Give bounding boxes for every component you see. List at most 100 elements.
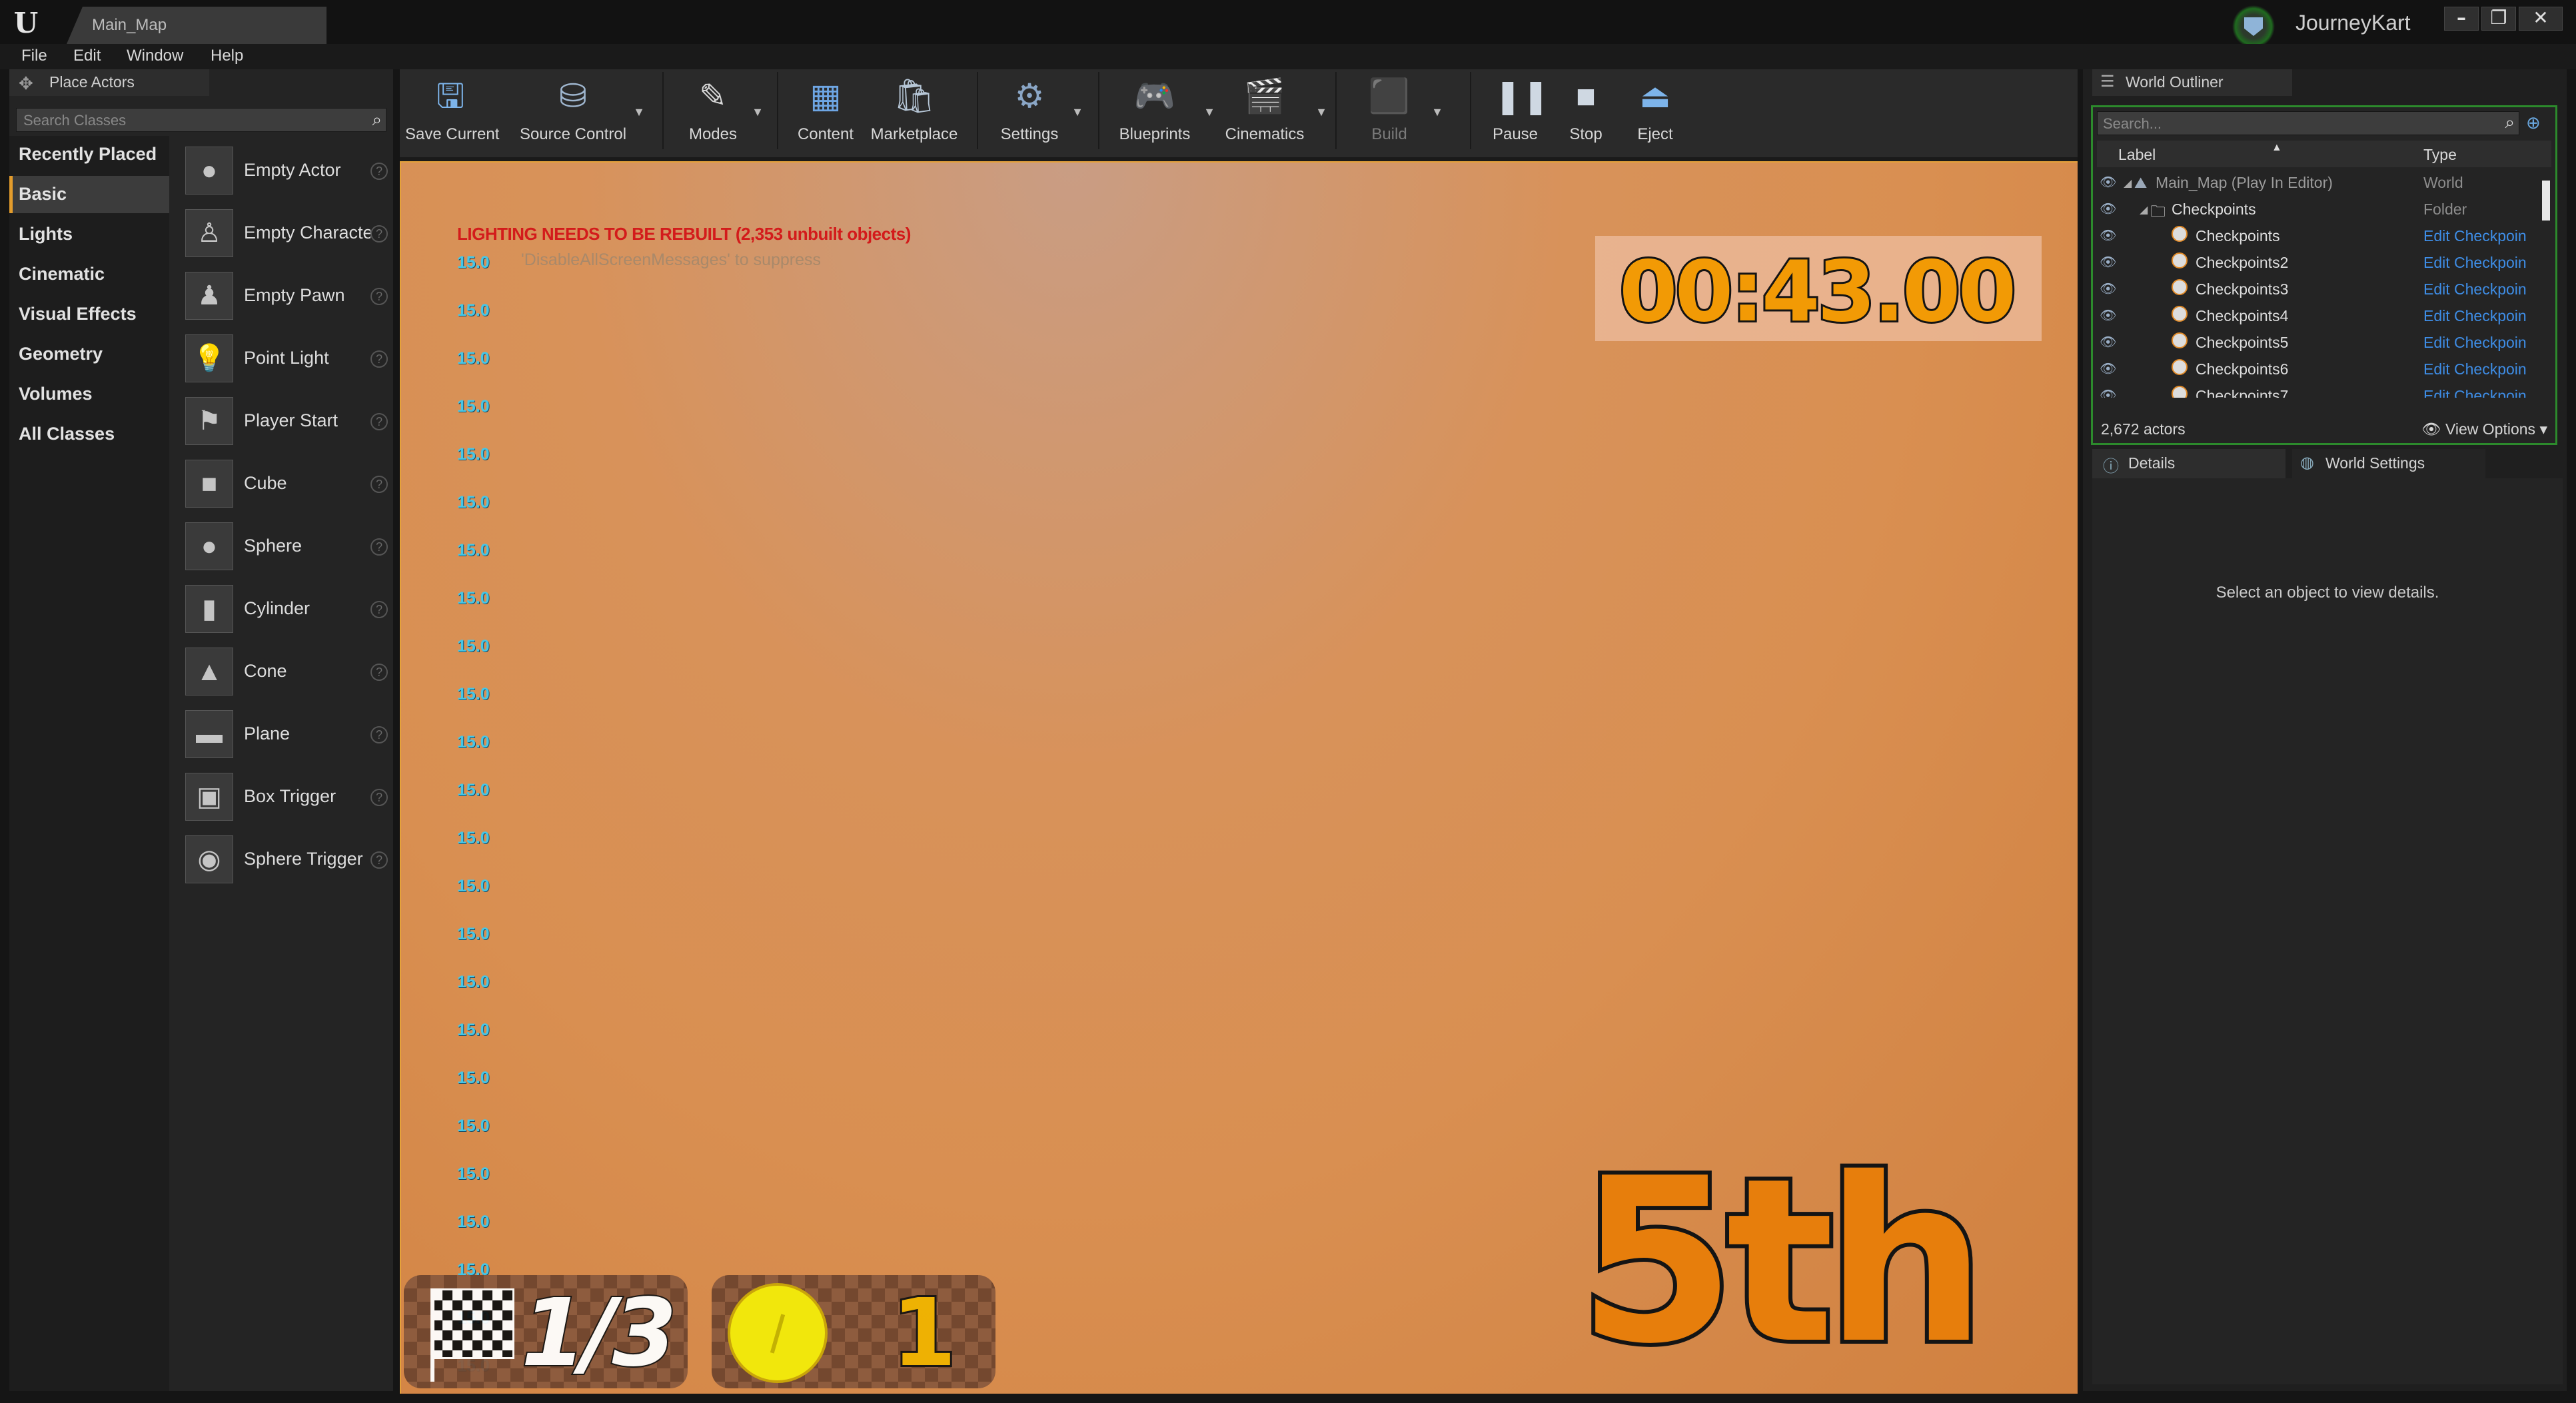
help-icon[interactable]: ? [370, 476, 388, 493]
world-settings-tab[interactable]: ◍ World Settings [2292, 449, 2485, 478]
actor-item[interactable]: ● Sphere? [177, 517, 389, 576]
chevron-down-icon[interactable]: ▼ [1071, 105, 1083, 119]
content-button[interactable]: ▦ Content [789, 75, 862, 155]
menu-help[interactable]: Help [211, 47, 243, 65]
chevron-down-icon[interactable]: ▼ [1203, 105, 1215, 119]
modes-button[interactable]: ✎ Modes ▼ [680, 75, 764, 155]
edit-checkpoint-link[interactable]: Edit Checkpoin [2423, 307, 2527, 325]
help-icon[interactable]: ? [370, 789, 388, 806]
outliner-row[interactable]: 👁 ◢ ⛰ Main_Map (Play In Editor) World [2097, 169, 2537, 195]
help-icon[interactable]: ? [370, 538, 388, 556]
add-folder-icon[interactable]: ⊕ [2526, 113, 2541, 133]
sort-ascending-icon[interactable]: ▲ [2271, 142, 2282, 154]
pause-button[interactable]: ❚❚ Pause [1482, 75, 1550, 155]
chevron-down-icon[interactable]: ▼ [1315, 105, 1327, 119]
visibility-eye-icon[interactable]: 👁 [2100, 280, 2116, 297]
search-icon[interactable]: ⌕ [2505, 112, 2515, 133]
expand-arrow-icon[interactable]: ◢ [2140, 203, 2148, 217]
actor-item[interactable]: ▲ Cone? [177, 642, 389, 701]
settings-button[interactable]: ⚙ Settings ▼ [993, 75, 1083, 155]
place-actors-tab[interactable]: ✥ Place Actors [9, 69, 209, 96]
help-icon[interactable]: ? [370, 601, 388, 618]
help-icon[interactable]: ? [370, 350, 388, 368]
cinematics-button[interactable]: 🎬 Cinematics ▼ [1219, 75, 1327, 155]
chevron-down-icon[interactable]: ▼ [633, 105, 645, 119]
actor-item[interactable]: 💡 Point Light? [177, 329, 389, 388]
help-icon[interactable]: ? [370, 225, 388, 242]
outliner-search-input[interactable] [2102, 113, 2491, 135]
visibility-eye-icon[interactable]: 👁 [2100, 201, 2116, 217]
visibility-eye-icon[interactable]: 👁 [2100, 174, 2116, 191]
eject-button[interactable]: ⏏ Eject [1622, 75, 1688, 155]
chevron-down-icon[interactable]: ▼ [752, 105, 764, 119]
category-cinematic[interactable]: Cinematic [9, 256, 169, 293]
actor-item[interactable]: ♟ Empty Pawn? [177, 266, 389, 325]
menu-edit[interactable]: Edit [73, 47, 101, 65]
visibility-eye-icon[interactable]: 👁 [2100, 387, 2116, 398]
level-tab[interactable]: Main_Map [67, 7, 326, 44]
actor-item[interactable]: ■ Cube? [177, 454, 389, 513]
search-classes-input[interactable] [22, 110, 358, 131]
chevron-down-icon[interactable]: ▼ [1431, 105, 1443, 119]
expand-arrow-icon[interactable]: ◢ [2124, 177, 2132, 190]
visibility-eye-icon[interactable]: 👁 [2100, 334, 2116, 350]
maximize-button[interactable]: ❐ [2481, 7, 2516, 31]
search-classes-field[interactable]: ⌕ [16, 108, 386, 132]
menu-file[interactable]: File [21, 47, 47, 65]
game-viewport[interactable]: LIGHTING NEEDS TO BE REBUILT (2,353 unbu… [400, 161, 2078, 1394]
category-lights[interactable]: Lights [9, 216, 169, 253]
edit-checkpoint-link[interactable]: Edit Checkpoin [2423, 334, 2527, 352]
stop-button[interactable]: ■ Stop [1553, 75, 1619, 155]
blueprints-button[interactable]: 🎮 Blueprints ▼ [1111, 75, 1215, 155]
outliner-row[interactable]: 👁 Checkpoints5 Edit Checkpoin [2097, 328, 2537, 355]
outliner-row[interactable]: 👁 Checkpoints7 Edit Checkpoin [2097, 382, 2537, 398]
details-tab[interactable]: ⓘ Details [2092, 449, 2285, 478]
help-icon[interactable]: ? [370, 726, 388, 743]
build-button[interactable]: ⬛ Build ▼ [1353, 75, 1443, 155]
actor-item[interactable]: ⚑ Player Start? [177, 392, 389, 450]
help-icon[interactable]: ? [370, 851, 388, 869]
source-control-button[interactable]: ⛁ Source Control ▼ [518, 75, 645, 155]
outliner-scrollbar[interactable] [2542, 181, 2550, 221]
visibility-eye-icon[interactable]: 👁 [2100, 307, 2116, 324]
outliner-row[interactable]: 👁 Checkpoints3 Edit Checkpoin [2097, 275, 2537, 302]
help-icon[interactable]: ? [370, 163, 388, 180]
category-visual-effects[interactable]: Visual Effects [9, 296, 169, 333]
close-button[interactable]: ✕ [2519, 7, 2563, 31]
visibility-eye-icon[interactable]: 👁 [2100, 360, 2116, 377]
marketplace-button[interactable]: 🛍 Marketplace [868, 75, 961, 155]
save-current-button[interactable]: 🖫 Save Current [405, 75, 499, 155]
category-all-classes[interactable]: All Classes [9, 416, 169, 453]
edit-checkpoint-link[interactable]: Edit Checkpoin [2423, 227, 2527, 245]
help-icon[interactable]: ? [370, 288, 388, 305]
outliner-row[interactable]: 👁 Checkpoints Edit Checkpoin [2097, 222, 2537, 248]
unreal-logo-icon[interactable]: U [9, 7, 43, 40]
outliner-row[interactable]: 👁 ◢ 🗀 Checkpoints Folder [2097, 195, 2537, 222]
actor-item[interactable]: ♙ Empty Character? [177, 204, 389, 262]
edit-checkpoint-link[interactable]: Edit Checkpoin [2423, 360, 2527, 378]
outliner-row[interactable]: 👁 Checkpoints6 Edit Checkpoin [2097, 355, 2537, 382]
edit-checkpoint-link[interactable]: Edit Checkpoin [2423, 280, 2527, 298]
visibility-eye-icon[interactable]: 👁 [2100, 254, 2116, 270]
category-volumes[interactable]: Volumes [9, 376, 169, 413]
menu-window[interactable]: Window [127, 47, 183, 65]
type-column-header[interactable]: Type [2423, 146, 2457, 164]
actor-item[interactable]: ▣ Box Trigger? [177, 767, 389, 826]
search-icon[interactable]: ⌕ [372, 109, 382, 131]
outliner-row[interactable]: 👁 Checkpoints4 Edit Checkpoin [2097, 302, 2537, 328]
visibility-eye-icon[interactable]: 👁 [2100, 227, 2116, 244]
help-icon[interactable]: ? [370, 413, 388, 430]
actor-item[interactable]: ▮ Cylinder? [177, 580, 389, 638]
category-basic[interactable]: Basic [9, 176, 169, 213]
category-recently-placed[interactable]: Recently Placed [9, 136, 169, 173]
view-options-button[interactable]: 👁 View Options ▾ [2421, 420, 2547, 438]
edit-checkpoint-link[interactable]: Edit Checkpoin [2423, 387, 2527, 398]
outliner-row[interactable]: 👁 Checkpoints2 Edit Checkpoin [2097, 248, 2537, 275]
category-geometry[interactable]: Geometry [9, 336, 169, 373]
actor-item[interactable]: ▬ Plane? [177, 705, 389, 763]
minimize-button[interactable]: – [2444, 7, 2479, 31]
actor-item[interactable]: ● Empty Actor? [177, 141, 389, 200]
actor-item[interactable]: ◉ Sphere Trigger? [177, 830, 389, 889]
outliner-search-field[interactable]: ⌕ [2097, 111, 2519, 135]
help-icon[interactable]: ? [370, 664, 388, 681]
